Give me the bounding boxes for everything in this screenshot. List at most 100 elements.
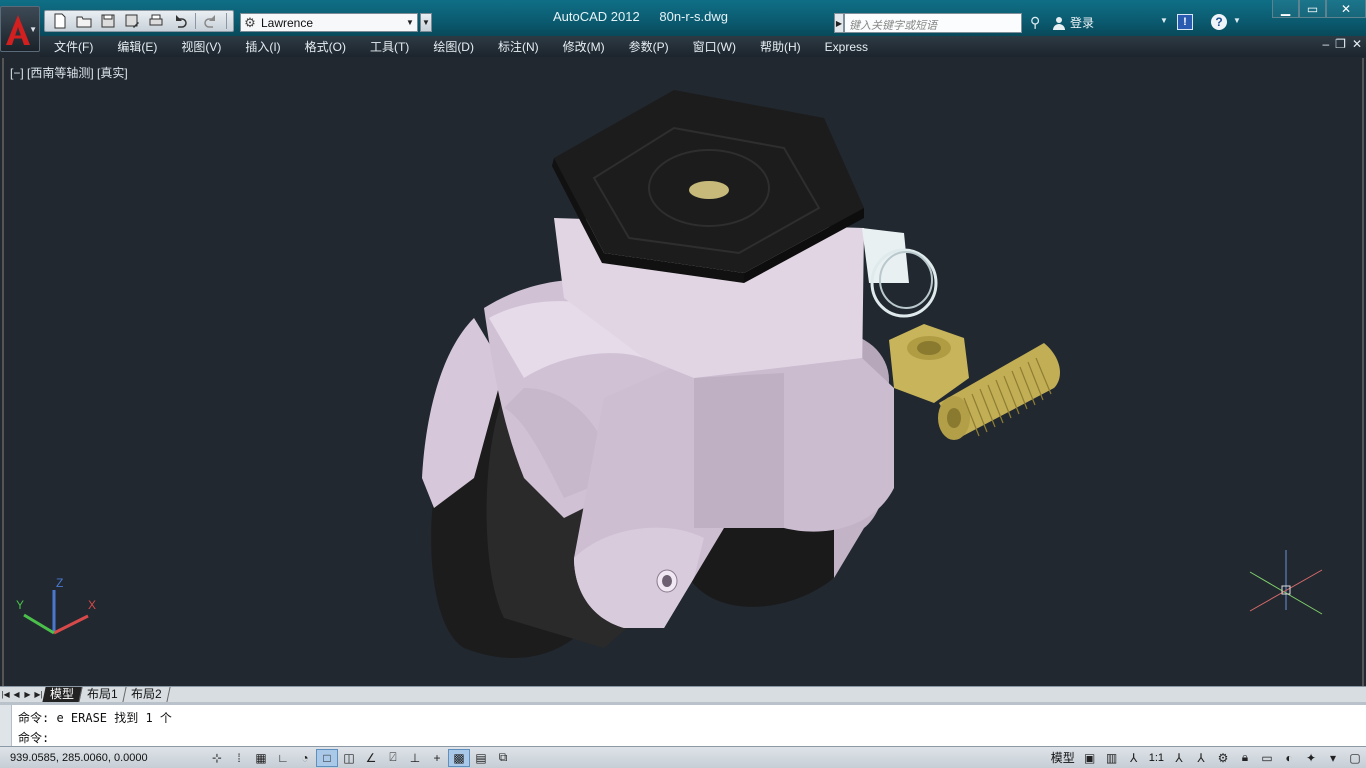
application-status-menu-icon[interactable]: ▾ (1322, 749, 1344, 767)
undo-icon[interactable] (169, 11, 191, 31)
gear-icon: ⚙ (244, 14, 256, 30)
tab-layout1[interactable]: 布局1 (79, 687, 127, 702)
ucs-x-label: X (88, 598, 97, 612)
file-name: 80n-r-s.dwg (659, 9, 728, 24)
menu-express[interactable]: Express (813, 40, 880, 54)
infer-constraints-icon[interactable]: ⊹ (206, 749, 228, 767)
hardware-acceleration-icon[interactable]: ▭ (1256, 749, 1278, 767)
coordinate-readout[interactable]: 939.0585, 285.0060, 0.0000 (0, 752, 206, 764)
login-label: 登录 (1070, 16, 1095, 30)
command-input[interactable]: 命令: (18, 729, 49, 746)
new-icon[interactable] (49, 11, 71, 31)
menu-modify[interactable]: 修改(M) (551, 38, 617, 55)
snap-icon[interactable]: ⁞ (228, 749, 250, 767)
quick-view-drawings-icon[interactable]: ▥ (1101, 749, 1123, 767)
3d-osnap-icon[interactable]: ◫ (338, 749, 360, 767)
help-icon[interactable]: ? (1211, 14, 1227, 30)
toolbar-separator (226, 13, 227, 29)
qat-customize-button[interactable]: ▼ (420, 13, 432, 32)
print-icon[interactable] (145, 11, 167, 31)
application-menu-button[interactable]: ▼ (0, 6, 40, 52)
open-icon[interactable] (73, 11, 95, 31)
lineweight-icon[interactable]: + (426, 749, 448, 767)
quick-view-layouts-icon[interactable]: ▣ (1079, 749, 1101, 767)
quick-properties-icon[interactable]: ▤ (470, 749, 492, 767)
chevron-down-icon: ▼ (406, 18, 414, 27)
minimize-button[interactable]: ▁ (1272, 0, 1299, 18)
status-bar: 939.0585, 285.0060, 0.0000 ⊹ ⁞ ▦ ∟ ◔ □ ◫… (0, 746, 1366, 768)
menu-tools[interactable]: 工具(T) (358, 38, 421, 55)
lightbulb-icon[interactable]: ✦ (1300, 749, 1322, 767)
hex-nut (889, 324, 969, 403)
binoculars-icon[interactable]: ⚲ (1030, 14, 1040, 31)
exchange-icon[interactable]: ! (1177, 14, 1193, 30)
maximize-button[interactable]: ▭ (1299, 0, 1326, 18)
command-history: 命令: e ERASE 找到 1 个 (18, 711, 172, 725)
workspace-select[interactable]: ⚙ Lawrence ▼ (240, 13, 418, 32)
3d-model (23, 90, 1323, 658)
menu-view[interactable]: 视图(V) (169, 38, 233, 55)
search-input[interactable]: 键入关键字或短语 (844, 13, 1022, 33)
otrack-icon[interactable]: ∠ (360, 749, 382, 767)
title-bar: ⚙ Lawrence ▼ ▼ AutoCAD 2012 80n-r-s.dwg … (0, 0, 1366, 36)
model-space-label[interactable]: 模型 (1047, 749, 1079, 766)
app-name: AutoCAD 2012 (553, 9, 640, 24)
isolate-objects-icon[interactable]: ◐ (1278, 749, 1300, 767)
doc-close-button[interactable]: ✕ (1352, 37, 1362, 51)
chevron-down-icon[interactable]: ▼ (1233, 16, 1241, 25)
annotation-scale-icon[interactable]: ⅄ (1123, 749, 1145, 767)
transparency-icon[interactable]: ▩ (448, 748, 470, 767)
annotation-scale[interactable]: 1:1 (1145, 752, 1168, 764)
menu-edit[interactable]: 编辑(E) (105, 38, 169, 55)
ucs-icon (23, 590, 89, 635)
redo-icon[interactable] (200, 11, 222, 31)
prev-tab-icon[interactable]: ◀ (11, 689, 22, 701)
search-expand-icon[interactable]: ▶ (834, 13, 844, 33)
menu-format[interactable]: 格式(O) (293, 38, 358, 55)
grid-icon[interactable]: ▦ (250, 749, 272, 767)
next-tab-icon[interactable]: ▶ (22, 689, 33, 701)
document-window-controls: ‒ ❐ ✕ (1322, 37, 1362, 51)
annotation-visibility-icon[interactable]: ⅄ (1168, 749, 1190, 767)
osnap-icon[interactable]: □ (316, 748, 338, 767)
tab-model-label: 模型 (50, 687, 75, 701)
caster-assembly (422, 90, 938, 658)
quick-access-toolbar (44, 10, 234, 32)
command-window: 命令: e ERASE 找到 1 个 命令: (0, 702, 1366, 749)
close-button[interactable]: ✕ (1326, 0, 1366, 18)
menu-help[interactable]: 帮助(H) (748, 38, 813, 55)
save-icon[interactable] (97, 11, 119, 31)
menu-file[interactable]: 文件(F) (40, 38, 105, 55)
menu-parametric[interactable]: 参数(P) (617, 38, 681, 55)
ucs-y-label: Y (16, 598, 25, 612)
ducs-icon[interactable]: ⍁ (382, 749, 404, 767)
menu-dimension[interactable]: 标注(N) (486, 38, 551, 55)
first-tab-icon[interactable]: |◀ (0, 689, 11, 701)
menu-bar: 文件(F) 编辑(E) 视图(V) 插入(I) 格式(O) 工具(T) 绘图(D… (40, 36, 1366, 57)
crosshair-cursor (1249, 550, 1323, 615)
auto-scale-icon[interactable]: ⅄ (1190, 749, 1212, 767)
tab-model[interactable]: 模型 (42, 687, 83, 702)
dyn-icon[interactable]: ⊥ (404, 749, 426, 767)
workspace-switching-icon[interactable]: ⚙ (1212, 749, 1234, 767)
autocad-logo-icon (6, 15, 30, 45)
menu-window[interactable]: 窗口(W) (681, 38, 748, 55)
saveas-icon[interactable] (121, 11, 143, 31)
tab-layout2[interactable]: 布局2 (123, 687, 170, 702)
selection-cycling-icon[interactable]: ⧉ (492, 749, 514, 767)
command-window-grip[interactable] (0, 705, 12, 749)
doc-minimize-button[interactable]: ‒ (1322, 37, 1329, 51)
window-controls: ▁ ▭ ✕ (1272, 0, 1366, 18)
infocenter-search: ▶ 键入关键字或短语 (834, 12, 1022, 34)
ortho-icon[interactable]: ∟ (272, 749, 294, 767)
polar-icon[interactable]: ◔ (294, 749, 316, 767)
lock-icon[interactable]: 🔒︎ (1234, 749, 1256, 767)
menu-insert[interactable]: 插入(I) (233, 38, 292, 55)
clean-screen-icon[interactable]: ▢ (1344, 749, 1366, 767)
menu-draw[interactable]: 绘图(D) (421, 38, 486, 55)
tab-layout2-label: 布局2 (130, 687, 162, 701)
doc-restore-button[interactable]: ❐ (1335, 37, 1346, 51)
drawing-viewport[interactable]: [−] [西南等轴测] [真实] Z X Y (2, 58, 1364, 686)
login-button[interactable]: 登录 (1052, 14, 1094, 31)
chevron-down-icon[interactable]: ▼ (1160, 16, 1168, 25)
